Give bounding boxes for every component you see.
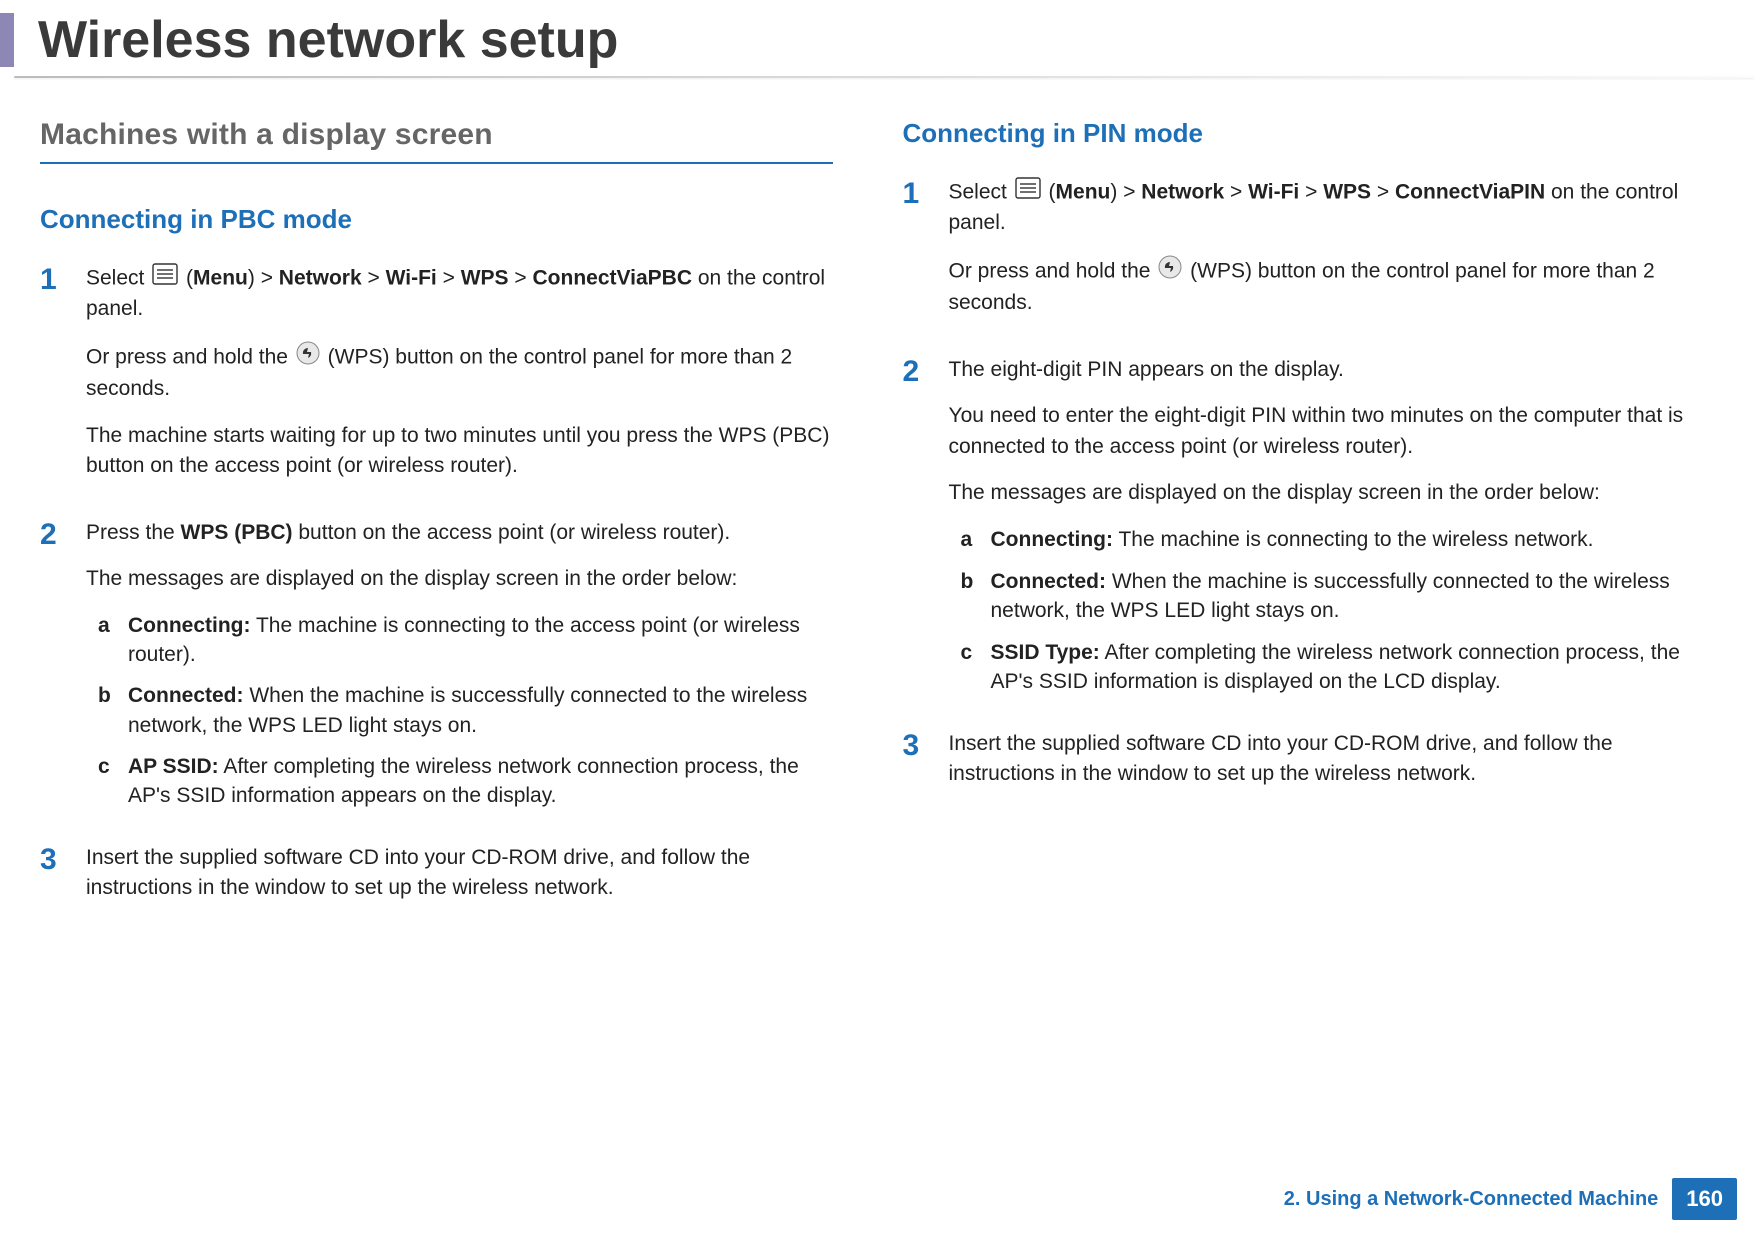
step-text: Press the WPS (PBC) button on the access…: [86, 518, 833, 548]
sub-label: Connecting:: [991, 528, 1113, 551]
step-body: Select (Menu) > Network > Wi-Fi > WPS > …: [86, 263, 833, 498]
step-number: 1: [40, 263, 86, 295]
step-text: Or press and hold the (WPS) button on th…: [86, 341, 833, 405]
path-connectviapbc: ConnectViaPBC: [533, 266, 692, 289]
step-text: Select (Menu) > Network > Wi-Fi > WPS > …: [86, 263, 833, 325]
left-column: Machines with a display screen Connectin…: [40, 118, 833, 940]
right-step-3: 3 Insert the supplied software CD into y…: [903, 729, 1696, 806]
path-network: Network: [279, 266, 362, 289]
path-wps: WPS: [1323, 180, 1371, 203]
step-number: 2: [40, 518, 86, 550]
step-text: Insert the supplied software CD into you…: [949, 729, 1696, 790]
substep-b: b Connected: When the machine is success…: [98, 681, 833, 740]
wps-icon: [1158, 255, 1182, 288]
step-text: The eight-digit PIN appears on the displ…: [949, 355, 1696, 385]
path-network: Network: [1141, 180, 1224, 203]
path-wifi: Wi-Fi: [386, 266, 437, 289]
text: button on the access point (or wireless …: [293, 521, 731, 544]
text: Or press and hold the: [86, 345, 294, 368]
sub-letter: c: [961, 638, 991, 668]
page-number: 160: [1672, 1178, 1737, 1220]
section-title-left: Machines with a display screen: [40, 118, 833, 164]
step-text: You need to enter the eight-digit PIN wi…: [949, 401, 1696, 462]
sub-text: Connecting: The machine is connecting to…: [991, 525, 1594, 554]
wps-icon: [296, 341, 320, 374]
sub-label: Connecting:: [128, 614, 250, 637]
text: After completing the wireless network co…: [128, 755, 799, 807]
text: Select: [949, 180, 1013, 203]
substep-b: b Connected: When the machine is success…: [961, 567, 1696, 626]
sub-label: SSID Type:: [991, 641, 1100, 664]
step-body: Select (Menu) > Network > Wi-Fi > WPS > …: [949, 177, 1696, 335]
right-step-2: 2 The eight-digit PIN appears on the dis…: [903, 355, 1696, 709]
step-body: Press the WPS (PBC) button on the access…: [86, 518, 833, 823]
step-number: 3: [903, 729, 949, 761]
substep-c: c SSID Type: After completing the wirele…: [961, 638, 1696, 697]
right-step-1: 1 Select (Menu) > Network > Wi-Fi > WPS …: [903, 177, 1696, 335]
sub-letter: a: [98, 611, 128, 641]
left-step-1: 1 Select (Menu) > Network > Wi-Fi > WPS …: [40, 263, 833, 498]
step-number: 1: [903, 177, 949, 209]
step-number: 2: [903, 355, 949, 387]
left-step-3: 3 Insert the supplied software CD into y…: [40, 843, 833, 920]
right-column: Connecting in PIN mode 1 Select (Menu) >…: [903, 118, 1696, 940]
content-columns: Machines with a display screen Connectin…: [0, 78, 1755, 940]
menu-icon: [152, 263, 178, 294]
page-title: Wireless network setup: [38, 10, 618, 70]
substeps: a Connecting: The machine is connecting …: [86, 611, 833, 811]
step-text: The messages are displayed on the displa…: [86, 564, 833, 594]
sub-label: AP SSID:: [128, 755, 219, 778]
header-accent: [0, 13, 14, 67]
step-body: Insert the supplied software CD into you…: [949, 729, 1696, 806]
step-text: Select (Menu) > Network > Wi-Fi > WPS > …: [949, 177, 1696, 239]
sub-label: Connected:: [128, 684, 244, 707]
menu-label: Menu: [193, 266, 248, 289]
substep-a: a Connecting: The machine is connecting …: [98, 611, 833, 670]
sub-text: Connected: When the machine is successfu…: [128, 681, 833, 740]
sub-text: Connected: When the machine is successfu…: [991, 567, 1696, 626]
step-text: Or press and hold the (WPS) button on th…: [949, 255, 1696, 319]
sub-letter: a: [961, 525, 991, 555]
sub-letter: b: [961, 567, 991, 597]
step-text: Insert the supplied software CD into you…: [86, 843, 833, 904]
menu-label: Menu: [1056, 180, 1111, 203]
footer: 2. Using a Network-Connected Machine 160: [1284, 1178, 1737, 1220]
sub-text: AP SSID: After completing the wireless n…: [128, 752, 833, 811]
footer-chapter: 2. Using a Network-Connected Machine: [1284, 1188, 1659, 1211]
path-connectviapin: ConnectViaPIN: [1395, 180, 1545, 203]
step-text: The machine starts waiting for up to two…: [86, 421, 833, 482]
substep-a: a Connecting: The machine is connecting …: [961, 525, 1696, 555]
path-wps: WPS: [461, 266, 509, 289]
sub-letter: c: [98, 752, 128, 782]
sub-text: Connecting: The machine is connecting to…: [128, 611, 833, 670]
subheading-pin: Connecting in PIN mode: [903, 118, 1696, 149]
step-number: 3: [40, 843, 86, 875]
step-body: Insert the supplied software CD into you…: [86, 843, 833, 920]
menu-icon: [1015, 177, 1041, 208]
step-body: The eight-digit PIN appears on the displ…: [949, 355, 1696, 709]
path-wifi: Wi-Fi: [1248, 180, 1299, 203]
subheading-pbc: Connecting in PBC mode: [40, 204, 833, 235]
text: Select: [86, 266, 150, 289]
sub-text: SSID Type: After completing the wireless…: [991, 638, 1696, 697]
text: The machine is connecting to the wireles…: [1113, 528, 1594, 551]
page-header: Wireless network setup: [0, 0, 1755, 70]
sub-label: Connected:: [991, 570, 1107, 593]
sub-letter: b: [98, 681, 128, 711]
substeps: a Connecting: The machine is connecting …: [949, 525, 1696, 697]
step-text: The messages are displayed on the displa…: [949, 478, 1696, 508]
substep-c: c AP SSID: After completing the wireless…: [98, 752, 833, 811]
text: Or press and hold the: [949, 259, 1157, 282]
text: Press the: [86, 521, 181, 544]
bold: WPS (PBC): [181, 521, 293, 544]
left-step-2: 2 Press the WPS (PBC) button on the acce…: [40, 518, 833, 823]
